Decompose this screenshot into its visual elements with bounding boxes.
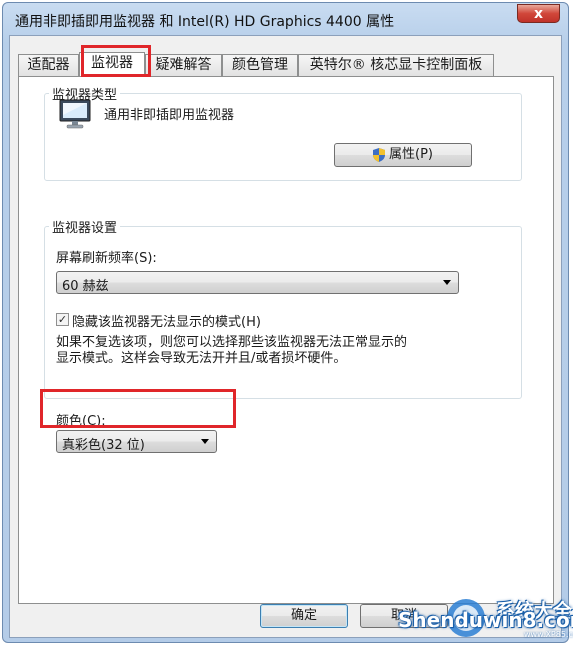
colors-dropdown[interactable]: 真彩色(32 位)	[56, 430, 217, 453]
refresh-rate-value: 60 赫兹	[62, 279, 109, 294]
tab-troubleshoot[interactable]: 疑难解答	[145, 54, 222, 76]
chevron-down-icon	[201, 439, 209, 444]
refresh-rate-dropdown[interactable]: 60 赫兹	[56, 271, 459, 294]
monitor-tab-panel: 监视器类型 通用非即插即用监视器 属性(P) 监视器设置 屏幕刷新频率(S): …	[18, 76, 554, 604]
chevron-down-icon	[443, 280, 451, 285]
colors-value: 真彩色(32 位)	[62, 438, 145, 453]
dialog-client-area: 适配器 监视器 疑难解答 颜色管理 英特尔® 核芯显卡控制面板 监视器类型 通用…	[9, 35, 562, 638]
cancel-button[interactable]: 取消	[360, 604, 448, 628]
properties-button[interactable]: 属性(P)	[334, 143, 472, 167]
window-title: 通用非即插即用监视器 和 Intel(R) HD Graphics 4400 属…	[15, 14, 395, 30]
highlight-colors-dropdown	[40, 389, 236, 428]
monitor-settings-title: 监视器设置	[49, 217, 121, 236]
uac-shield-icon	[373, 147, 385, 162]
highlight-monitor-tab	[81, 45, 151, 77]
ok-button[interactable]: 确定	[260, 604, 348, 628]
hide-modes-checkbox[interactable]: ✓	[56, 313, 69, 326]
hide-modes-label: 隐藏该监视器无法显示的模式(H)	[72, 315, 261, 330]
tab-intel-control-panel[interactable]: 英特尔® 核芯显卡控制面板	[298, 54, 494, 76]
refresh-rate-label: 屏幕刷新频率(S):	[56, 251, 157, 266]
hide-modes-description-line2: 显示模式。这样会导致无法开并且/或者损坏硬件。	[56, 351, 347, 366]
tab-adapter[interactable]: 适配器	[18, 54, 79, 76]
monitor-icon	[59, 99, 91, 129]
properties-button-label: 属性(P)	[389, 147, 433, 162]
monitor-name: 通用非即插即用监视器	[104, 108, 235, 123]
close-button[interactable]: x	[517, 4, 560, 23]
properties-window: 通用非即插即用监视器 和 Intel(R) HD Graphics 4400 属…	[2, 2, 569, 643]
tab-color-management[interactable]: 颜色管理	[222, 54, 298, 76]
